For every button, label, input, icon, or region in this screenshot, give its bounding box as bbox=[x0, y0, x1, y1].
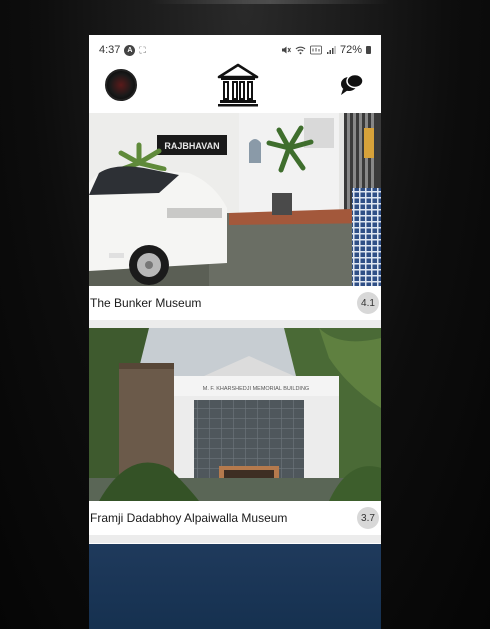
battery-icon bbox=[366, 46, 371, 54]
card-separator bbox=[89, 320, 381, 328]
app-header bbox=[89, 57, 381, 113]
signal-icon bbox=[326, 46, 336, 54]
wifi-icon bbox=[295, 46, 306, 55]
status-left: 4:37 A ⛶ bbox=[99, 44, 146, 56]
rating-badge: 4.1 bbox=[357, 292, 379, 314]
status-time: 4:37 bbox=[99, 44, 121, 56]
building-sign: M. F. KHARSHEDJI MEMORIAL BUILDING bbox=[203, 386, 309, 392]
volte-icon bbox=[310, 45, 322, 55]
chat-icon[interactable] bbox=[339, 73, 365, 97]
screenshot-icon: ⛶ bbox=[139, 44, 146, 55]
status-right: 72% bbox=[281, 44, 371, 56]
building-sign: RAJBHAVAN bbox=[164, 141, 219, 151]
museum-photo[interactable] bbox=[89, 544, 381, 629]
museum-card-footer: The Bunker Museum 4.1 bbox=[89, 286, 381, 320]
museum-card[interactable]: M. F. KHARSHEDJI MEMORIAL BUILDING Framj… bbox=[89, 328, 381, 543]
background-glare bbox=[150, 0, 390, 4]
mute-icon bbox=[281, 46, 291, 54]
card-separator bbox=[89, 535, 381, 543]
museum-icon[interactable] bbox=[215, 62, 261, 108]
museum-name: Framji Dadabhoy Alpaiwalla Museum bbox=[90, 511, 288, 525]
battery-level: 72% bbox=[339, 44, 362, 56]
museum-card[interactable]: RAJBHAVAN The Bunker Museum 4.1 bbox=[89, 113, 381, 328]
museum-name: The Bunker Museum bbox=[90, 296, 202, 310]
museum-card-footer: Framji Dadabhoy Alpaiwalla Museum 3.7 bbox=[89, 501, 381, 535]
notification-a-icon: A bbox=[124, 44, 136, 56]
phone-screen: 4:37 A ⛶ 72% RAJBHAVAN The Bunker Museum… bbox=[89, 35, 381, 629]
rating-badge: 3.7 bbox=[357, 507, 379, 529]
museum-photo: M. F. KHARSHEDJI MEMORIAL BUILDING bbox=[89, 328, 381, 501]
museum-photo: RAJBHAVAN bbox=[89, 113, 381, 286]
profile-avatar[interactable] bbox=[105, 69, 137, 101]
